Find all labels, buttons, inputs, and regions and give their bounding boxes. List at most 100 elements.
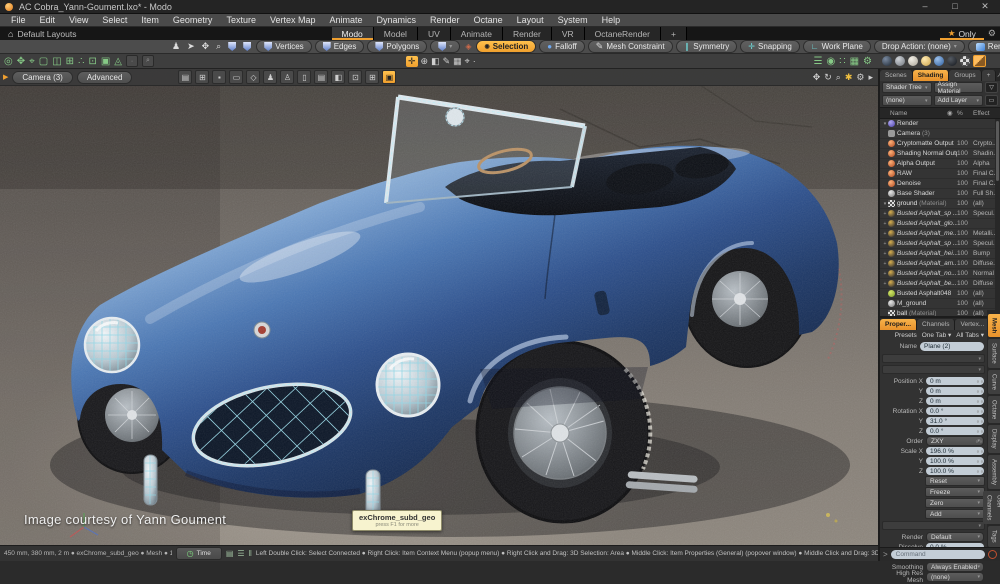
transform-action-button[interactable]: Zero▾ <box>925 498 985 508</box>
materials-mode-icon[interactable]: ◈ <box>463 41 473 52</box>
home-icon[interactable]: ⌂ <box>8 29 13 39</box>
viewport-style-icon[interactable]: ⊞ <box>195 70 209 84</box>
category-tab[interactable]: Display <box>988 425 1000 453</box>
action-icon[interactable]: ⊕ <box>421 56 429 67</box>
option-icon[interactable]: ∷ <box>839 54 845 69</box>
zoom-icon[interactable]: ⌕ <box>836 72 841 83</box>
pause-icon[interactable]: ‖ <box>249 549 252 558</box>
shading-tab[interactable]: Shading <box>913 70 950 81</box>
shader-tree-row[interactable]: + Busted Asphalt_me... 100 Metalli... <box>880 229 1000 239</box>
category-tab[interactable]: Mesh <box>988 314 1000 337</box>
action-icon[interactable]: · <box>473 56 476 66</box>
shading-tab[interactable]: Groups <box>949 70 981 81</box>
material-preset-icon[interactable] <box>882 56 892 66</box>
transform-action-button[interactable]: Add▾ <box>925 509 985 519</box>
checker-preset-icon[interactable] <box>960 56 970 66</box>
property-value[interactable]: 196.0 %∘∘ <box>926 447 984 455</box>
cursor-tool-icon[interactable]: ➤ <box>185 41 197 52</box>
falloff-button[interactable]: ●Falloff <box>539 40 584 53</box>
property-value[interactable]: 100.0 %∘∘ <box>926 457 984 465</box>
action-icon[interactable]: ▦ <box>453 56 462 67</box>
shading-mode-dropdown[interactable]: Advanced <box>77 71 133 84</box>
menu-item[interactable]: File <box>4 15 33 25</box>
search-tools-button[interactable]: ⌕ <box>142 55 154 67</box>
menu-item[interactable]: Vertex Map <box>263 15 323 25</box>
edges-mode-button[interactable]: Edges <box>315 40 365 53</box>
shading-tab[interactable]: + <box>982 70 997 81</box>
viewport-style-icon[interactable]: ▭ <box>229 70 243 84</box>
menu-item[interactable]: Texture <box>219 15 263 25</box>
property-value[interactable]: 100.0 %∘∘ <box>926 467 984 475</box>
shader-tree-row[interactable]: Cryptomatte Output 100 Crypto... <box>880 139 1000 149</box>
shader-tree-row[interactable]: Camera (3) <box>880 129 1000 139</box>
action-icon[interactable]: ✛ <box>406 56 418 67</box>
shader-tree-row[interactable]: Busted Asphalt048 100 (all) <box>880 289 1000 299</box>
menu-item[interactable]: Geometry <box>166 15 220 25</box>
filter-funnel-icon[interactable]: ▽ <box>985 82 998 93</box>
shader-tree-row[interactable]: Base Shader 100 Full Sh... <box>880 189 1000 199</box>
menu-item[interactable]: Animate <box>322 15 369 25</box>
viewport-style-icon[interactable]: ▯ <box>297 70 311 84</box>
shader-tree-row[interactable]: + Busted Asphalt_sp ... 100 Specul... <box>880 209 1000 219</box>
items-mode-dropdown[interactable]: ▾ <box>430 40 460 53</box>
material-preset-icon[interactable] <box>947 56 957 66</box>
work-plane-button[interactable]: ∟Work Plane <box>803 40 871 53</box>
layout-tab[interactable]: VR <box>552 27 585 40</box>
name-field[interactable]: Plane (2) <box>920 342 984 351</box>
shader-tree-row[interactable]: ball (Material) 100 (all) <box>880 309 1000 316</box>
material-preset-icon[interactable] <box>895 56 905 66</box>
menu-item[interactable]: System <box>551 15 595 25</box>
pan-icon[interactable]: ✥ <box>813 72 821 83</box>
viewport-style-icon[interactable]: ▤ <box>178 70 192 84</box>
selection-button[interactable]: ◉Selection <box>476 40 536 53</box>
menu-item[interactable]: Select <box>95 15 134 25</box>
gear-icon[interactable]: ⚙ <box>856 72 864 83</box>
category-tab[interactable]: Curve <box>988 370 1000 394</box>
time-button[interactable]: ◷ Time <box>176 547 222 560</box>
tool-icon[interactable]: ▣ <box>101 54 110 69</box>
viewport-style-icon[interactable]: ◇ <box>246 70 260 84</box>
menu-item[interactable]: Layout <box>510 15 551 25</box>
layout-tab[interactable]: UV <box>418 27 451 40</box>
shader-tree-view-dropdown[interactable]: Shader Tree▾ <box>882 82 932 93</box>
menu-item[interactable]: View <box>62 15 95 25</box>
tool-icon[interactable]: ◬ <box>114 54 122 69</box>
tool-icon[interactable]: ◎ <box>4 54 13 69</box>
property-value[interactable]: (none) <box>926 572 984 582</box>
layout-tab[interactable]: Animate <box>451 27 503 40</box>
option-icon[interactable]: ◉ <box>826 54 835 69</box>
shader-tree-row[interactable]: ▾ ground (Material) 100 (all) <box>880 199 1000 209</box>
vertices-mode-button[interactable]: Vertices <box>256 40 311 53</box>
key-icon[interactable]: ✱ <box>845 72 853 83</box>
layer-options-icon[interactable]: ▭ <box>985 95 998 106</box>
shield-icon[interactable] <box>226 41 238 52</box>
zoom-tool-icon[interactable]: ⌕ <box>214 41 223 52</box>
property-value[interactable]: 0.0 °∘∘ <box>926 427 984 435</box>
orbit-icon[interactable]: ↻ <box>824 72 832 83</box>
viewport-style-icon[interactable]: ◧ <box>331 70 345 84</box>
shader-tree-row[interactable]: Denoise 100 Final C... <box>880 179 1000 189</box>
command-input[interactable]: Command <box>891 550 985 559</box>
drop-action-dropdown[interactable]: Drop Action: (none)▾ <box>874 40 965 53</box>
mesh-constraint-button[interactable]: ✎Mesh Constraint <box>588 40 673 53</box>
shader-tree-row[interactable]: M_ground 100 (all) <box>880 299 1000 309</box>
shader-tree-row[interactable]: + Busted Asphalt_hei... 100 Bump <box>880 249 1000 259</box>
mesh-section-bar[interactable]: ▾ <box>882 521 985 530</box>
property-value[interactable]: Default <box>926 532 984 542</box>
viewport-style-icon[interactable]: ♟ <box>263 70 277 84</box>
record-icon[interactable] <box>988 550 997 559</box>
viewport-style-icon[interactable]: ⊡ <box>348 70 362 84</box>
shader-tree-row[interactable]: Shading Normal Output 100 Shadin... <box>880 149 1000 159</box>
3d-viewport[interactable]: ▶ Camera (3) Advanced ▤⊞▪▭◇♟♙▯▤◧⊡⊞▣ ✥ ↻ … <box>0 69 878 545</box>
action-icon[interactable]: ◧ <box>431 56 440 67</box>
all-tabs-dropdown[interactable]: All Tabs ▾ <box>956 331 984 339</box>
shader-tree-row[interactable]: + Busted Asphalt_no... 100 Normal <box>880 269 1000 279</box>
assign-material-button[interactable]: Assign Material <box>934 82 984 93</box>
active-preset-icon[interactable] <box>973 55 986 67</box>
shader-tree-row[interactable]: + Busted Asphalt_sp ... 100 Specul... <box>880 239 1000 249</box>
filter-dropdown[interactable]: (none)▾ <box>882 95 932 106</box>
layout-tab[interactable]: Render <box>503 27 552 40</box>
viewport-style-icon[interactable]: ⊞ <box>365 70 379 84</box>
popout-icon[interactable]: ↗ <box>996 71 1000 79</box>
list-icon[interactable]: ☰ <box>237 549 244 558</box>
